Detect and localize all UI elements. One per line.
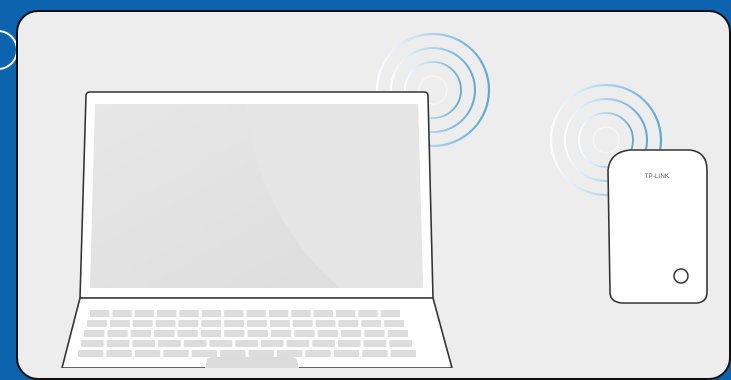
keyboard-key [235, 340, 258, 347]
keyboard-key [179, 310, 199, 317]
keyboard-key [154, 330, 175, 337]
keyboard-key [364, 330, 385, 337]
keyboard-key [247, 330, 268, 337]
keyboard-key [155, 320, 176, 327]
keyboard-key [200, 330, 222, 337]
keyboard-key [81, 340, 104, 347]
keyboard-key [305, 350, 331, 357]
range-extender-icon: TP-LINK [607, 149, 708, 304]
keyboard-key [338, 320, 359, 327]
keyboard-key [276, 350, 303, 357]
keyboard-key [84, 330, 105, 337]
keyboard-key [109, 320, 130, 327]
keyboard-key [390, 350, 416, 357]
keyboard-key [132, 320, 153, 327]
keyboard-key [363, 340, 387, 347]
keyboard-key [268, 310, 289, 317]
keyboard-key [260, 340, 284, 347]
keyboard-key [361, 320, 382, 327]
keyboard-key [224, 310, 244, 317]
keyboard-key [224, 330, 245, 337]
keyboard-key [191, 350, 218, 357]
keyboard-key [312, 340, 335, 347]
led-button [673, 268, 689, 284]
keyboard-key [387, 330, 408, 337]
keyboard-key [358, 310, 378, 317]
keyboard-key [90, 310, 110, 317]
keyboard-key [134, 350, 161, 357]
keyboard-key [384, 320, 404, 327]
keyboard-key [247, 320, 267, 327]
keyboard-key [292, 320, 313, 327]
keyboard-key [106, 340, 130, 347]
keyboard-key [294, 330, 315, 337]
keyboard-key [178, 320, 199, 327]
keyboard-key [87, 320, 107, 327]
keyboard-key [286, 340, 310, 347]
keyboard-key [220, 350, 246, 357]
keyboard-key [78, 350, 104, 357]
keyboard-key [177, 330, 198, 337]
keyboard-key [315, 320, 336, 327]
keyboard-key [209, 340, 233, 347]
keyboard-key [313, 310, 333, 317]
keyboard-key [333, 350, 360, 357]
keyboard-key [201, 310, 222, 317]
keyboard-key [157, 310, 177, 317]
keyboard-key [107, 330, 128, 337]
keyboard-key [340, 330, 362, 337]
keyboard-key [246, 310, 266, 317]
keyboard-key [130, 330, 152, 337]
keyboard-key [269, 320, 290, 327]
keyboard-key [201, 320, 222, 327]
keyboard-key [132, 340, 156, 347]
keyboard-key [106, 350, 132, 357]
keyboard-key [112, 310, 132, 317]
keyboard-key [362, 350, 388, 357]
brand-label: TP-LINK [645, 174, 669, 180]
illustration-stage: TP-LINK [0, 0, 731, 380]
keyboard-key [317, 330, 338, 337]
keyboard-key [134, 310, 155, 317]
keyboard-key [380, 310, 400, 317]
keyboard-key [183, 340, 207, 347]
illustration-svg: TP-LINK [61, 32, 708, 368]
keyboard-key [270, 330, 292, 337]
keyboard-key [248, 350, 274, 357]
laptop-icon [61, 91, 453, 368]
keyboard-key [158, 340, 181, 347]
keyboard-key [163, 350, 189, 357]
keyboard-key [337, 340, 361, 347]
keyboard-key [291, 310, 311, 317]
keyboard-key [335, 310, 356, 317]
keyboard-key [389, 340, 412, 347]
keyboard-key [224, 320, 244, 327]
